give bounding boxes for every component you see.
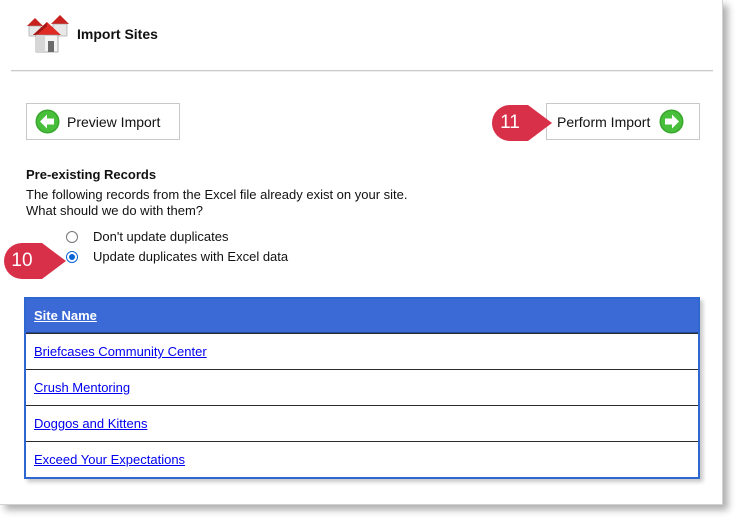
section-description: The following records from the Excel fil…: [26, 187, 408, 202]
perform-import-button[interactable]: Perform Import: [546, 103, 700, 140]
table-row: Crush Mentoring: [26, 369, 698, 405]
table-row: Doggos and Kittens: [26, 405, 698, 441]
option-update-duplicates[interactable]: Update duplicates with Excel data: [66, 249, 288, 264]
arrow-left-icon: [35, 109, 60, 134]
perform-import-label: Perform Import: [557, 113, 651, 130]
callout-11: 11: [492, 105, 552, 141]
site-table: Site Name Briefcases Community Center Cr…: [24, 297, 700, 479]
callout-10: 10: [4, 243, 66, 279]
houses-icon: [24, 12, 70, 54]
arrow-right-icon: [659, 109, 684, 134]
preview-import-button[interactable]: Preview Import: [26, 103, 180, 140]
header-divider: [11, 70, 713, 72]
site-link[interactable]: Crush Mentoring: [34, 380, 130, 395]
table-row: Exceed Your Expectations: [26, 441, 698, 477]
option-dont-update[interactable]: Don't update duplicates: [66, 229, 228, 244]
page-title: Import Sites: [77, 26, 158, 42]
table-header: Site Name: [26, 299, 698, 333]
section-question: What should we do with them?: [26, 203, 204, 218]
option-label: Don't update duplicates: [93, 229, 229, 244]
site-link[interactable]: Exceed Your Expectations: [34, 452, 185, 467]
import-sites-panel: Import Sites Preview Import Perform Impo…: [0, 0, 723, 505]
preview-import-label: Preview Import: [67, 113, 161, 130]
radio-dont-update[interactable]: [66, 230, 78, 243]
radio-update-duplicates[interactable]: [66, 250, 78, 263]
callout-10-number: 10: [11, 250, 33, 271]
site-link[interactable]: Briefcases Community Center: [34, 344, 207, 359]
section-title: Pre-existing Records: [26, 167, 157, 182]
option-label: Update duplicates with Excel data: [93, 249, 289, 264]
callout-11-number: 11: [500, 112, 520, 133]
site-link[interactable]: Doggos and Kittens: [34, 416, 147, 431]
site-name-column-header[interactable]: Site Name: [34, 308, 97, 323]
table-row: Briefcases Community Center: [26, 333, 698, 369]
